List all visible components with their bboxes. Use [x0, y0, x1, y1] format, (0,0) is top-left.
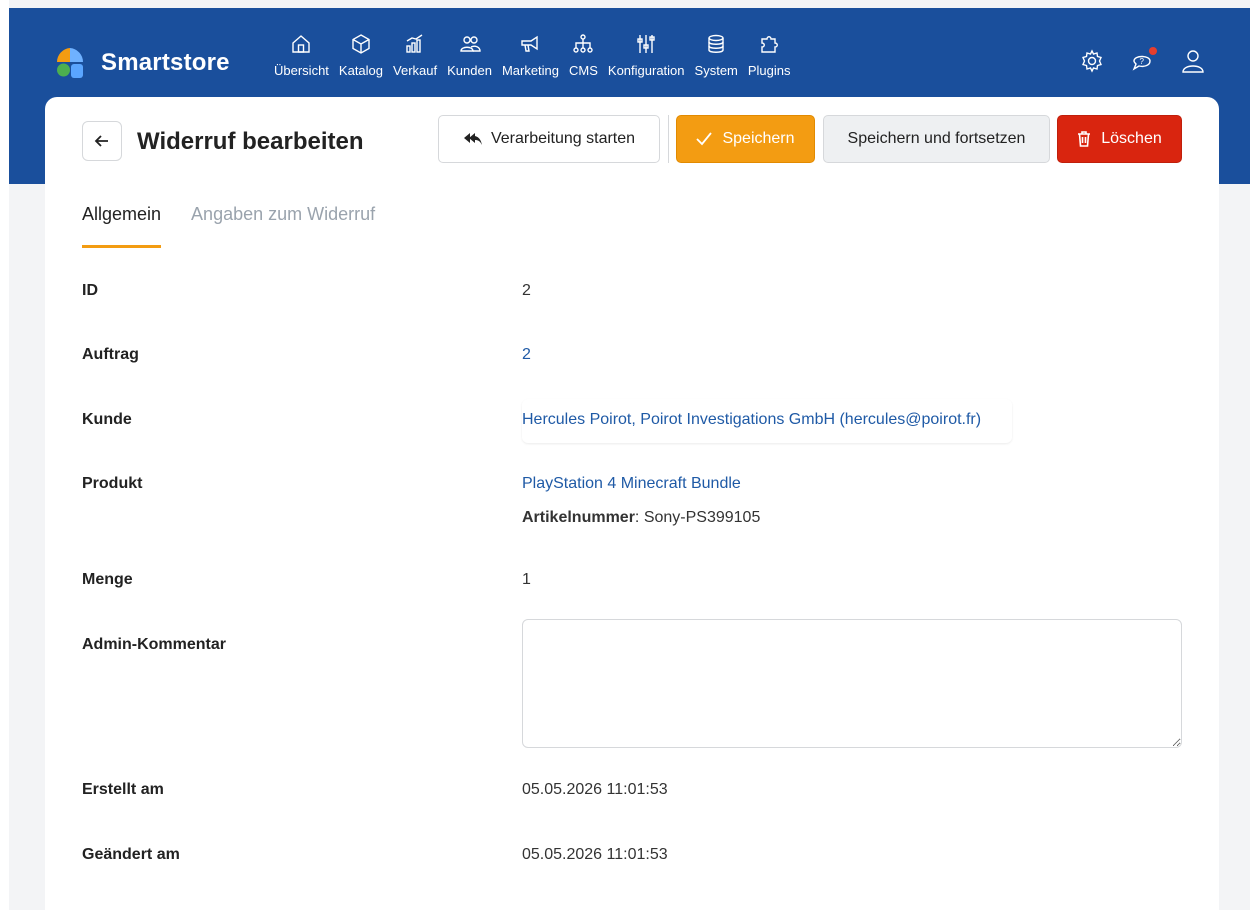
sku-label: Artikelnummer — [522, 509, 635, 526]
help-button[interactable]: ? — [1130, 47, 1157, 78]
delete-button[interactable]: Löschen — [1057, 115, 1182, 163]
chart-icon — [406, 34, 423, 53]
top-actions: ? — [1054, 47, 1206, 79]
admin-comment-label: Admin-Kommentar — [82, 636, 227, 653]
quantity-label: Menge — [82, 571, 133, 588]
box-icon — [352, 34, 370, 54]
reply-all-icon — [463, 133, 482, 145]
updated-label: Geändert am — [82, 846, 180, 863]
nav-item-uebersicht[interactable]: Übersicht — [274, 33, 329, 78]
user-icon — [1182, 50, 1204, 73]
id-value: 2 — [522, 282, 531, 299]
edit-card: Widerruf bearbeiten Verarbeitung starten… — [45, 97, 1219, 910]
nav-item-marketing[interactable]: Marketing — [502, 33, 559, 78]
admin-comment-textarea[interactable] — [522, 619, 1182, 748]
nav-label: Marketing — [501, 63, 560, 78]
smartstore-logo-icon — [55, 46, 85, 80]
start-processing-button[interactable]: Verarbeitung starten — [438, 115, 660, 163]
save-and-continue-button[interactable]: Speichern und fortsetzen — [823, 115, 1050, 163]
quantity-value: 1 — [522, 571, 531, 588]
main-nav: Übersicht Katalog Verkauf Kunden Marketi… — [274, 33, 801, 78]
page-edge — [0, 0, 9, 910]
order-label: Auftrag — [82, 346, 139, 363]
svg-text:?: ? — [1140, 57, 1145, 66]
nav-label: Kunden — [447, 63, 492, 78]
nav-item-katalog[interactable]: Katalog — [339, 33, 383, 78]
customer-link[interactable]: Hercules Poirot, Poirot Investigations G… — [522, 411, 981, 429]
nav-item-konfiguration[interactable]: Konfiguration — [608, 33, 685, 78]
user-menu-button[interactable] — [1180, 48, 1206, 79]
order-link[interactable]: 2 — [522, 346, 531, 364]
notification-dot — [1149, 47, 1157, 55]
nav-label: Verkauf — [393, 63, 438, 78]
delete-label: Löschen — [1101, 130, 1162, 147]
home-icon — [292, 35, 311, 53]
save-button[interactable]: Speichern — [676, 115, 815, 163]
start-processing-label: Verarbeitung starten — [490, 130, 636, 147]
nav-label: System — [694, 63, 738, 78]
logo[interactable]: Smartstore — [55, 46, 230, 80]
app-name: Smartstore — [101, 49, 230, 76]
megaphone-icon — [521, 35, 539, 52]
nav-label: Konfiguration — [607, 63, 685, 78]
id-label: ID — [82, 282, 98, 299]
settings-button[interactable] — [1080, 49, 1104, 78]
sitemap-icon — [573, 34, 594, 53]
nav-label: Übersicht — [274, 63, 329, 78]
tab-bar: Allgemein Angaben zum Widerruf — [82, 204, 405, 248]
nav-item-system[interactable]: System — [695, 33, 738, 78]
page-title: Widerruf bearbeiten — [137, 128, 364, 155]
gear-icon — [1082, 49, 1102, 73]
nav-label: Katalog — [338, 63, 384, 78]
trash-icon — [1078, 131, 1091, 147]
nav-item-verkauf[interactable]: Verkauf — [393, 33, 437, 78]
check-icon — [696, 132, 713, 146]
database-icon — [708, 34, 724, 53]
back-button[interactable] — [82, 121, 122, 161]
updated-value: 05.05.2026 11:01:53 — [522, 846, 668, 863]
sliders-icon — [637, 35, 655, 53]
sku-line: Artikelnummer: Sony-PS399105 — [522, 509, 760, 527]
nav-item-plugins[interactable]: Plugins — [748, 33, 791, 78]
toolbar-divider — [668, 115, 669, 163]
save-and-continue-label: Speichern und fortsetzen — [847, 130, 1026, 147]
puzzle-icon — [761, 36, 779, 53]
created-value: 05.05.2026 11:01:53 — [522, 781, 668, 798]
nav-label: CMS — [569, 63, 598, 78]
save-label: Speichern — [722, 130, 795, 147]
nav-item-kunden[interactable]: Kunden — [447, 33, 492, 78]
nav-label: Plugins — [747, 63, 791, 78]
nav-item-cms[interactable]: CMS — [569, 33, 598, 78]
product-label: Produkt — [82, 475, 143, 492]
sku-value: : Sony-PS399105 — [634, 509, 761, 526]
product-link[interactable]: PlayStation 4 Minecraft Bundle — [522, 475, 741, 493]
header-row: Widerruf bearbeiten Verarbeitung starten… — [82, 115, 1182, 163]
tab-angaben-zum-widerruf[interactable]: Angaben zum Widerruf — [191, 204, 375, 248]
customer-label: Kunde — [82, 411, 132, 428]
tab-allgemein[interactable]: Allgemein — [82, 204, 162, 248]
people-icon — [459, 36, 481, 52]
created-label: Erstellt am — [82, 781, 164, 798]
arrow-left-icon — [94, 135, 108, 147]
